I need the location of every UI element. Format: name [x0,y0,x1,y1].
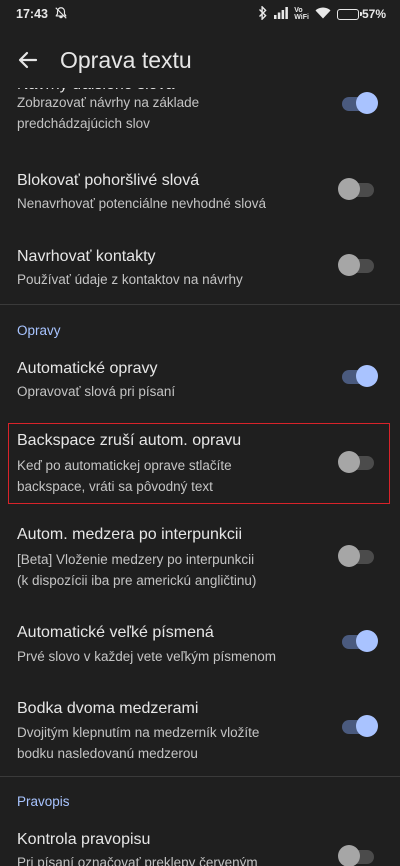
toggle-knob [356,715,378,737]
setting-auto-space[interactable]: Autom. medzera po interpunkcii [Beta] Vl… [0,526,400,590]
setting-next-word[interactable]: Návrhy ďalšieho slova Zobrazovať návrhy … [0,84,400,144]
setting-auto-caps[interactable]: Automatické veľké písmená Prvé slovo v k… [0,622,400,674]
toggle-knob [356,92,378,114]
toggle-double-space[interactable] [342,715,378,737]
setting-title: Kontrola pravopisu [17,831,151,848]
section-header-spelling: Pravopis [17,794,70,809]
toggle-knob [338,178,360,200]
vowifi-top-label: Vo [294,7,303,14]
divider [0,304,400,305]
setting-subtitle: Pri písaní označovať preklepy červeným [17,855,258,866]
battery-icon: 57% [336,7,386,21]
setting-subtitle: Dvojitým klepnutím na medzerník vložíte [17,725,260,740]
setting-subtitle: bodku nasledovanú medzerou [17,746,198,761]
setting-suggest-contacts[interactable]: Navrhovať kontakty Používať údaje z kont… [0,246,400,298]
setting-auto-correction[interactable]: Automatické opravy Opravovať slová pri p… [0,358,400,410]
setting-subtitle: [Beta] Vloženie medzery po interpunkcii [17,552,255,567]
status-bar: 17:43 Vo WiFi 57% [0,0,400,28]
setting-subtitle: predchádzajúcich slov [17,116,150,131]
toggle-knob [338,254,360,276]
toggle-auto-space[interactable] [338,545,374,567]
toggle-knob [338,845,360,866]
setting-double-space[interactable]: Bodka dvoma medzerami Dvojitým klepnutím… [0,698,400,762]
setting-spell-check[interactable]: Kontrola pravopisu Pri písaní označovať … [0,829,400,866]
setting-subtitle: Nenavrhovať potenciálne nevhodné slová [17,196,266,211]
bluetooth-icon [258,4,268,23]
toggle-auto-caps[interactable] [342,630,378,652]
setting-subtitle: (k dispozícii iba pre americkú angličtin… [17,573,257,588]
toggle-suggest-contacts[interactable] [338,254,374,276]
toggle-next-word[interactable] [342,92,378,114]
toggle-auto-correction[interactable] [342,365,378,387]
setting-subtitle: Prvé slovo v každej vete veľkým písmenom [17,649,277,664]
setting-title: Automatické veľké písmená [17,624,214,641]
vowifi-bottom-label: WiFi [294,14,309,21]
toggle-knob [356,365,378,387]
toggle-knob [356,630,378,652]
setting-title: Autom. medzera po interpunkcii [17,526,242,543]
setting-subtitle: Opravovať slová pri písaní [17,384,176,399]
signal-icon [274,6,289,22]
mute-bell-icon [54,6,68,23]
setting-block-offensive[interactable]: Blokovať pohoršlivé slová Nenavrhovať po… [0,170,400,222]
toggle-block-offensive[interactable] [338,178,374,200]
vowifi-icon: Vo WiFi [294,7,309,21]
setting-subtitle: Zobrazovať návrhy na základe [17,95,200,110]
wifi-icon [315,7,331,22]
setting-title: Automatické opravy [17,360,158,377]
section-header-corrections: Opravy [17,323,61,338]
status-time: 17:43 [16,7,48,21]
arrow-back-icon[interactable] [0,32,56,88]
setting-title: Blokovať pohoršlivé slová [17,172,200,189]
app-bar-overlay: Oprava textu [0,32,400,88]
setting-subtitle: Používať údaje z kontaktov na návrhy [17,272,243,287]
setting-title: Navrhovať kontakty [17,248,156,265]
toggle-spell-check[interactable] [338,845,374,866]
toggle-knob [338,545,360,567]
highlight-box [8,423,390,504]
divider [0,776,400,777]
setting-title: Bodka dvoma medzerami [17,700,199,717]
page-title: Oprava textu [60,46,192,73]
battery-percent: 57% [361,7,386,21]
